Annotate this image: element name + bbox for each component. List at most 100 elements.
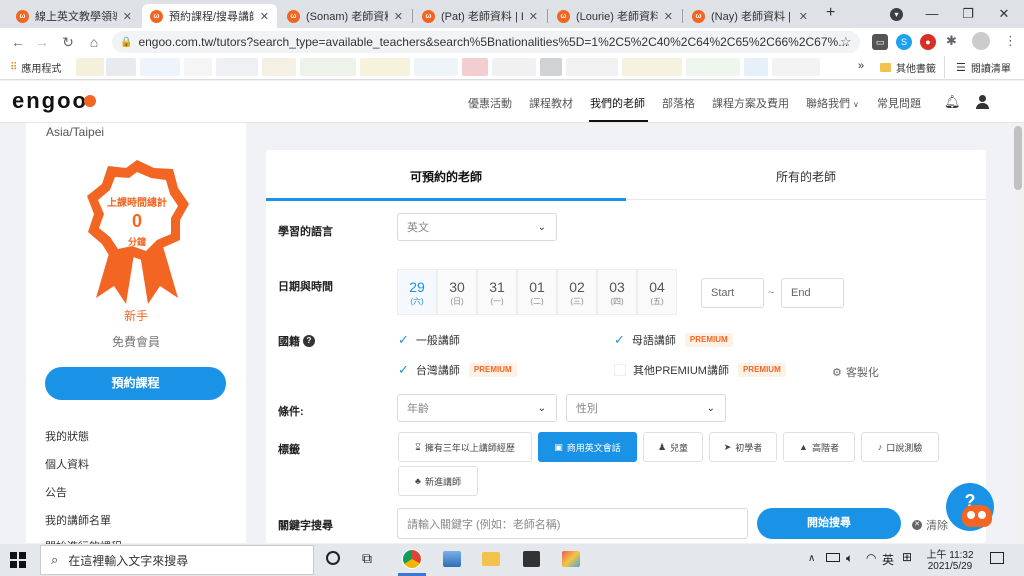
date-option[interactable]: 02 (三) xyxy=(557,269,597,315)
user-account-icon[interactable] xyxy=(975,95,989,109)
clear-filters-link[interactable]: ✕ 清除 xyxy=(912,517,948,533)
profile-avatar[interactable] xyxy=(972,32,990,50)
sidebar-link-my-tutors[interactable]: 我的講師名單 xyxy=(45,512,111,528)
date-option[interactable]: 04 (五) xyxy=(637,269,677,315)
speaker-icon[interactable]: 🔈︎ xyxy=(846,551,853,566)
ime-mode-icon[interactable]: ⊞ xyxy=(902,550,912,564)
menu-kebab-icon[interactable]: ⋮ xyxy=(1004,33,1017,49)
window-close-icon[interactable]: ✕ xyxy=(990,4,1018,24)
ime-indicator[interactable]: 英 xyxy=(882,551,894,568)
notification-center-icon[interactable] xyxy=(990,552,1004,564)
battery-icon[interactable] xyxy=(826,553,840,562)
date-option[interactable]: 01 (二) xyxy=(517,269,557,315)
line-extension-icon[interactable]: ▭ xyxy=(872,34,888,50)
other-bookmarks[interactable]: 其他書籤 xyxy=(880,60,936,75)
bookmark-item[interactable] xyxy=(262,58,296,76)
engoo-logo[interactable]: engoo xyxy=(12,88,88,114)
paint-taskbar-icon[interactable] xyxy=(562,551,580,567)
tag-beginner[interactable]: ➤ 初學者 xyxy=(709,432,777,462)
browser-tab-active[interactable]: ω 預約課程/搜尋講師 ✕ xyxy=(142,4,277,28)
bookmark-item[interactable] xyxy=(686,58,740,76)
bookmark-item[interactable] xyxy=(622,58,682,76)
bookmark-item[interactable] xyxy=(492,58,536,76)
address-bar[interactable]: 🔒 engoo.com.tw/tutors?search_type=availab… xyxy=(112,31,860,53)
close-icon[interactable]: ✕ xyxy=(529,10,538,23)
close-icon[interactable]: ✕ xyxy=(664,10,673,23)
tag-business-english[interactable]: ▣ 商用英文會話 xyxy=(538,432,637,462)
browser-tab[interactable]: ω (Pat) 老師資料 | Eng ✕ xyxy=(414,4,546,28)
browser-tab[interactable]: ω (Sonam) 老師資料 | E ✕ xyxy=(279,4,411,28)
date-option[interactable]: 31 (一) xyxy=(477,269,517,315)
sidebar-link-status[interactable]: 我的狀態 xyxy=(45,428,89,444)
bookmark-star-icon[interactable]: ☆ xyxy=(840,34,852,50)
nav-materials[interactable]: 課程教材 xyxy=(529,95,573,111)
extensions-puzzle-icon[interactable]: ✱ xyxy=(946,33,957,49)
language-select[interactable]: 英文 ⌄ xyxy=(397,213,557,241)
task-view-icon[interactable]: ⧉ xyxy=(362,550,372,567)
bookmark-item[interactable] xyxy=(76,58,104,76)
bookmark-item[interactable] xyxy=(360,58,410,76)
browser-tab[interactable]: ω (Nay) 老師資料 | En ✕ xyxy=(684,4,816,28)
minimize-icon[interactable]: — xyxy=(918,4,946,24)
close-icon[interactable]: ✕ xyxy=(394,10,403,23)
photos-taskbar-icon[interactable] xyxy=(443,551,461,567)
sidebar-link-profile[interactable]: 個人資料 xyxy=(45,456,89,472)
nav-contact[interactable]: 聯絡我們 ∨ xyxy=(806,95,859,111)
taskbar-search-box[interactable]: ⌕ 在這裡輸入文字來搜尋 xyxy=(40,545,314,575)
skype-extension-icon[interactable]: S xyxy=(896,34,912,50)
nationality-option-native[interactable]: ✓ 母語講師 PREMIUM xyxy=(614,332,733,348)
clock[interactable]: 上午 11:32 2021/5/29 xyxy=(920,546,980,572)
age-select[interactable]: 年齡 ⌄ xyxy=(397,394,557,422)
bookmarks-overflow-icon[interactable]: » xyxy=(858,60,864,72)
bookmark-item[interactable] xyxy=(566,58,618,76)
date-option[interactable]: 30 (日) xyxy=(437,269,477,315)
keyword-input[interactable]: 請輸入關鍵字 (例如：老師名稱) xyxy=(397,508,748,539)
close-icon[interactable]: ✕ xyxy=(123,10,132,23)
nav-blog[interactable]: 部落格 xyxy=(662,95,695,111)
bookmark-item[interactable] xyxy=(184,58,212,76)
end-time-input[interactable]: End xyxy=(781,278,844,308)
file-explorer-icon[interactable] xyxy=(482,552,500,566)
close-icon[interactable]: ✕ xyxy=(799,10,808,23)
tag-kids[interactable]: ♟ 兒童 xyxy=(643,432,703,462)
tag-speaking-test[interactable]: ♪ 口說測驗 xyxy=(861,432,939,462)
new-tab-button[interactable]: + xyxy=(826,4,835,22)
bookmark-item[interactable] xyxy=(300,58,356,76)
wifi-icon[interactable]: ◠ xyxy=(866,551,876,565)
nav-plans-pricing[interactable]: 課程方案及費用 xyxy=(712,95,789,111)
bookmark-item[interactable] xyxy=(414,58,458,76)
browser-tab[interactable]: ω 線上英文教學領導品 ✕ xyxy=(8,4,140,28)
help-icon[interactable]: ? xyxy=(303,335,315,347)
sidebar-link-announcements[interactable]: 公告 xyxy=(45,484,67,500)
record-extension-icon[interactable]: ● xyxy=(920,34,936,50)
nationality-option-taiwan[interactable]: ✓ 台灣講師 PREMIUM xyxy=(398,362,517,378)
scrollbar-thumb[interactable] xyxy=(1014,126,1022,190)
customize-link[interactable]: ⚙ 客製化 xyxy=(832,364,879,380)
bookmark-item[interactable] xyxy=(540,58,562,76)
notification-bell-icon[interactable]: 🔔︎ xyxy=(944,94,961,110)
cortana-icon[interactable] xyxy=(326,551,340,565)
nationality-option-other-premium[interactable]: 其他PREMIUM講師 PREMIUM xyxy=(614,362,786,378)
tab-search-icon[interactable]: ▾ xyxy=(890,8,903,21)
tab-available-teachers[interactable]: 可預約的老師 xyxy=(266,168,626,185)
bookmark-item[interactable] xyxy=(462,58,488,76)
windows-start-icon[interactable] xyxy=(10,552,26,568)
bookmark-item[interactable] xyxy=(140,58,180,76)
reload-icon[interactable]: ↻ xyxy=(58,32,78,52)
gender-select[interactable]: 性別 ⌄ xyxy=(566,394,726,422)
start-time-input[interactable]: Start xyxy=(701,278,764,308)
book-lesson-button[interactable]: 預約課程 xyxy=(45,367,226,400)
sticky-notes-icon[interactable] xyxy=(523,551,540,567)
nav-our-teachers[interactable]: 我們的老師 xyxy=(590,95,645,111)
nationality-option-general[interactable]: ✓ 一般講師 xyxy=(398,332,460,348)
bookmark-item[interactable] xyxy=(106,58,136,76)
restore-icon[interactable]: ❐ xyxy=(954,4,982,24)
tray-overflow-icon[interactable]: ∧ xyxy=(808,553,815,564)
bookmark-item[interactable] xyxy=(772,58,820,76)
tag-advanced[interactable]: ▲ 高階者 xyxy=(783,432,855,462)
home-icon[interactable]: ⌂ xyxy=(84,32,104,52)
apps-shortcut[interactable]: ⠿ 應用程式 xyxy=(10,60,61,75)
nav-faq[interactable]: 常見問題 xyxy=(877,95,921,111)
bookmark-item[interactable] xyxy=(216,58,258,76)
bookmark-item[interactable] xyxy=(744,58,768,76)
